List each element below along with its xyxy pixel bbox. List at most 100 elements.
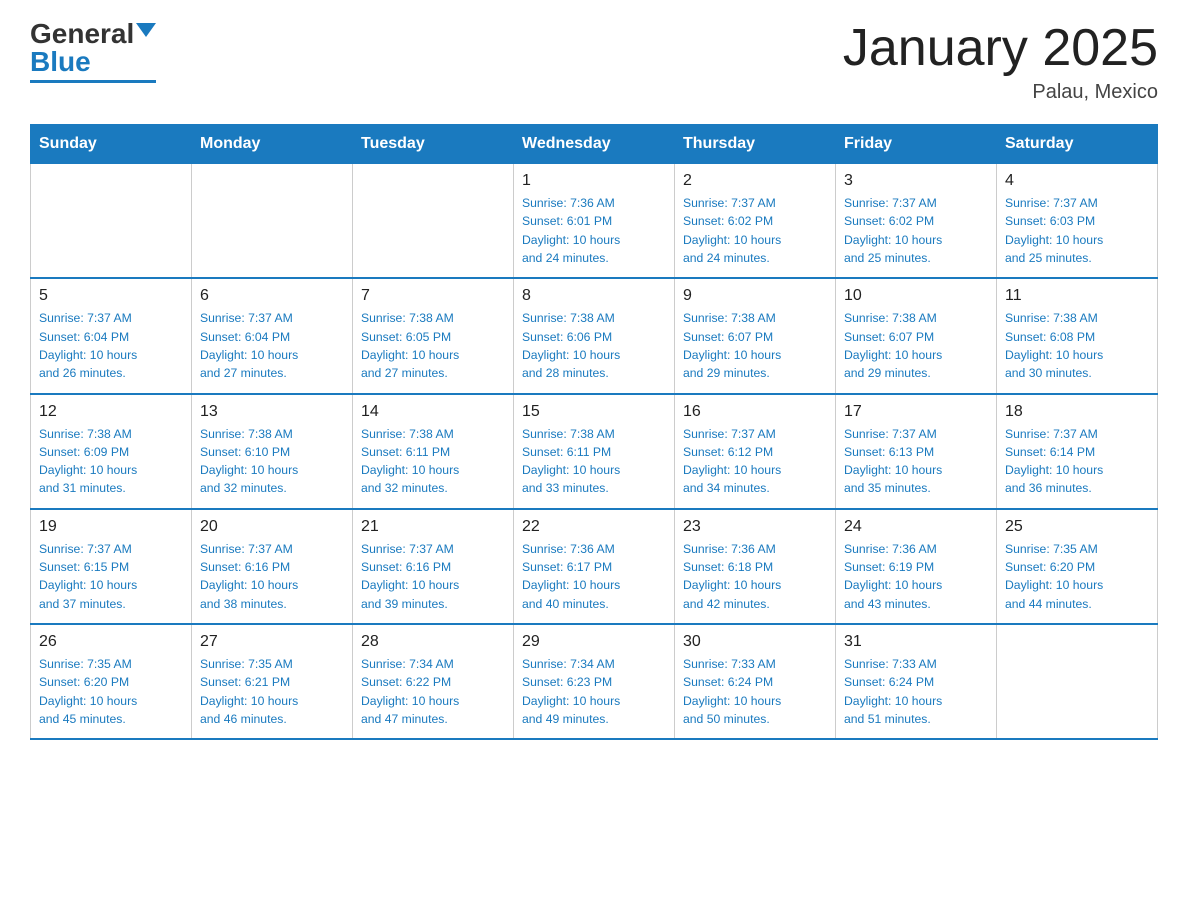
calendar-cell: 8Sunrise: 7:38 AM Sunset: 6:06 PM Daylig… (514, 278, 675, 393)
sun-info: Sunrise: 7:37 AM Sunset: 6:14 PM Dayligh… (1005, 425, 1149, 498)
day-number: 8 (522, 287, 666, 305)
day-number: 12 (39, 403, 183, 421)
day-number: 6 (200, 287, 344, 305)
calendar-cell (997, 624, 1158, 739)
sun-info: Sunrise: 7:38 AM Sunset: 6:05 PM Dayligh… (361, 309, 505, 382)
logo: General Blue (30, 20, 156, 83)
calendar-cell: 26 Sunrise: 7:35 AM Sunset: 6:20 PM Dayli… (31, 624, 192, 739)
sun-info: Sunrise: 7:36 AM Sunset: 6:18 PM Dayligh… (683, 540, 827, 613)
day-number: 9 (683, 287, 827, 305)
calendar-cell: 23 Sunrise: 7:36 AM Sunset: 6:18 PM Dayli… (675, 509, 836, 624)
day-number: 7 (361, 287, 505, 305)
day-number: 23 (683, 518, 827, 536)
day-number: 31 (844, 633, 988, 651)
calendar-cell: 29Sunrise: 7:34 AM Sunset: 6:23 PM Dayli… (514, 624, 675, 739)
sun-info: Sunrise: 7:38 AM Sunset: 6:07 PM Dayligh… (683, 309, 827, 382)
calendar-cell: 14Sunrise: 7:38 AM Sunset: 6:11 PM Dayli… (353, 394, 514, 509)
calendar-cell: 6 Sunrise: 7:37 AM Sunset: 6:04 PM Daylig… (192, 278, 353, 393)
day-number: 22 (522, 518, 666, 536)
sun-info: Sunrise: 7:37 AM Sunset: 6:15 PM Dayligh… (39, 540, 183, 613)
sun-info: Sunrise: 7:37 AM Sunset: 6:13 PM Dayligh… (844, 425, 988, 498)
calendar-week-row: 5Sunrise: 7:37 AM Sunset: 6:04 PM Daylig… (31, 278, 1158, 393)
calendar-cell: 7 Sunrise: 7:38 AM Sunset: 6:05 PM Daylig… (353, 278, 514, 393)
calendar-cell: 13 Sunrise: 7:38 AM Sunset: 6:10 PM Dayli… (192, 394, 353, 509)
day-number: 11 (1005, 287, 1149, 305)
day-number: 13 (200, 403, 344, 421)
calendar-cell: 28Sunrise: 7:34 AM Sunset: 6:22 PM Dayli… (353, 624, 514, 739)
col-saturday: Saturday (997, 125, 1158, 164)
sun-info: Sunrise: 7:33 AM Sunset: 6:24 PM Dayligh… (683, 655, 827, 728)
sun-info: Sunrise: 7:37 AM Sunset: 6:03 PM Dayligh… (1005, 194, 1149, 267)
day-number: 14 (361, 403, 505, 421)
sun-info: Sunrise: 7:37 AM Sunset: 6:02 PM Dayligh… (683, 194, 827, 267)
calendar-cell: 12Sunrise: 7:38 AM Sunset: 6:09 PM Dayli… (31, 394, 192, 509)
calendar-cell: 24 Sunrise: 7:36 AM Sunset: 6:19 PM Dayli… (836, 509, 997, 624)
calendar-cell: 30 Sunrise: 7:33 AM Sunset: 6:24 PM Dayli… (675, 624, 836, 739)
sun-info: Sunrise: 7:37 AM Sunset: 6:12 PM Dayligh… (683, 425, 827, 498)
calendar-week-row: 1 Sunrise: 7:36 AM Sunset: 6:01 PM Daylig… (31, 164, 1158, 279)
day-number: 3 (844, 172, 988, 190)
col-sunday: Sunday (31, 125, 192, 164)
sun-info: Sunrise: 7:35 AM Sunset: 6:21 PM Dayligh… (200, 655, 344, 728)
logo-general-text: General (30, 20, 134, 48)
sun-info: Sunrise: 7:37 AM Sunset: 6:04 PM Dayligh… (200, 309, 344, 382)
logo-underline (30, 80, 156, 83)
day-number: 21 (361, 518, 505, 536)
calendar-cell: 20 Sunrise: 7:37 AM Sunset: 6:16 PM Dayli… (192, 509, 353, 624)
calendar-cell: 19 Sunrise: 7:37 AM Sunset: 6:15 PM Dayli… (31, 509, 192, 624)
calendar-table: Sunday Monday Tuesday Wednesday Thursday… (30, 124, 1158, 740)
calendar-cell: 15 Sunrise: 7:38 AM Sunset: 6:11 PM Dayli… (514, 394, 675, 509)
sun-info: Sunrise: 7:37 AM Sunset: 6:16 PM Dayligh… (200, 540, 344, 613)
sun-info: Sunrise: 7:35 AM Sunset: 6:20 PM Dayligh… (39, 655, 183, 728)
day-number: 2 (683, 172, 827, 190)
calendar-cell: 31 Sunrise: 7:33 AM Sunset: 6:24 PM Dayli… (836, 624, 997, 739)
calendar-cell: 10 Sunrise: 7:38 AM Sunset: 6:07 PM Dayli… (836, 278, 997, 393)
day-number: 24 (844, 518, 988, 536)
calendar-cell: 3 Sunrise: 7:37 AM Sunset: 6:02 PM Daylig… (836, 164, 997, 279)
day-number: 16 (683, 403, 827, 421)
logo-blue-text: Blue (30, 48, 91, 76)
calendar-cell: 9 Sunrise: 7:38 AM Sunset: 6:07 PM Daylig… (675, 278, 836, 393)
sun-info: Sunrise: 7:36 AM Sunset: 6:01 PM Dayligh… (522, 194, 666, 267)
sun-info: Sunrise: 7:33 AM Sunset: 6:24 PM Dayligh… (844, 655, 988, 728)
sun-info: Sunrise: 7:36 AM Sunset: 6:17 PM Dayligh… (522, 540, 666, 613)
calendar-subtitle: Palau, Mexico (843, 81, 1158, 104)
day-number: 19 (39, 518, 183, 536)
calendar-cell: 16 Sunrise: 7:37 AM Sunset: 6:12 PM Dayli… (675, 394, 836, 509)
col-monday: Monday (192, 125, 353, 164)
col-wednesday: Wednesday (514, 125, 675, 164)
day-number: 26 (39, 633, 183, 651)
sun-info: Sunrise: 7:35 AM Sunset: 6:20 PM Dayligh… (1005, 540, 1149, 613)
calendar-cell: 4Sunrise: 7:37 AM Sunset: 6:03 PM Daylig… (997, 164, 1158, 279)
calendar-cell: 5Sunrise: 7:37 AM Sunset: 6:04 PM Daylig… (31, 278, 192, 393)
calendar-cell: 21 Sunrise: 7:37 AM Sunset: 6:16 PM Dayli… (353, 509, 514, 624)
day-number: 27 (200, 633, 344, 651)
title-section: January 2025 Palau, Mexico (843, 20, 1158, 104)
day-number: 17 (844, 403, 988, 421)
day-number: 10 (844, 287, 988, 305)
calendar-title: January 2025 (843, 20, 1158, 77)
calendar-cell (353, 164, 514, 279)
sun-info: Sunrise: 7:38 AM Sunset: 6:07 PM Dayligh… (844, 309, 988, 382)
day-number: 28 (361, 633, 505, 651)
sun-info: Sunrise: 7:38 AM Sunset: 6:10 PM Dayligh… (200, 425, 344, 498)
sun-info: Sunrise: 7:37 AM Sunset: 6:04 PM Dayligh… (39, 309, 183, 382)
sun-info: Sunrise: 7:38 AM Sunset: 6:11 PM Dayligh… (522, 425, 666, 498)
calendar-cell: 22 Sunrise: 7:36 AM Sunset: 6:17 PM Dayli… (514, 509, 675, 624)
day-number: 15 (522, 403, 666, 421)
calendar-cell: 17 Sunrise: 7:37 AM Sunset: 6:13 PM Dayli… (836, 394, 997, 509)
calendar-cell: 11Sunrise: 7:38 AM Sunset: 6:08 PM Dayli… (997, 278, 1158, 393)
sun-info: Sunrise: 7:37 AM Sunset: 6:02 PM Dayligh… (844, 194, 988, 267)
sun-info: Sunrise: 7:36 AM Sunset: 6:19 PM Dayligh… (844, 540, 988, 613)
day-number: 30 (683, 633, 827, 651)
calendar-cell: 25Sunrise: 7:35 AM Sunset: 6:20 PM Dayli… (997, 509, 1158, 624)
calendar-week-row: 19 Sunrise: 7:37 AM Sunset: 6:15 PM Dayli… (31, 509, 1158, 624)
calendar-week-row: 12Sunrise: 7:38 AM Sunset: 6:09 PM Dayli… (31, 394, 1158, 509)
day-number: 20 (200, 518, 344, 536)
day-number: 29 (522, 633, 666, 651)
col-tuesday: Tuesday (353, 125, 514, 164)
day-number: 1 (522, 172, 666, 190)
sun-info: Sunrise: 7:37 AM Sunset: 6:16 PM Dayligh… (361, 540, 505, 613)
calendar-cell: 1 Sunrise: 7:36 AM Sunset: 6:01 PM Daylig… (514, 164, 675, 279)
calendar-cell: 27 Sunrise: 7:35 AM Sunset: 6:21 PM Dayli… (192, 624, 353, 739)
